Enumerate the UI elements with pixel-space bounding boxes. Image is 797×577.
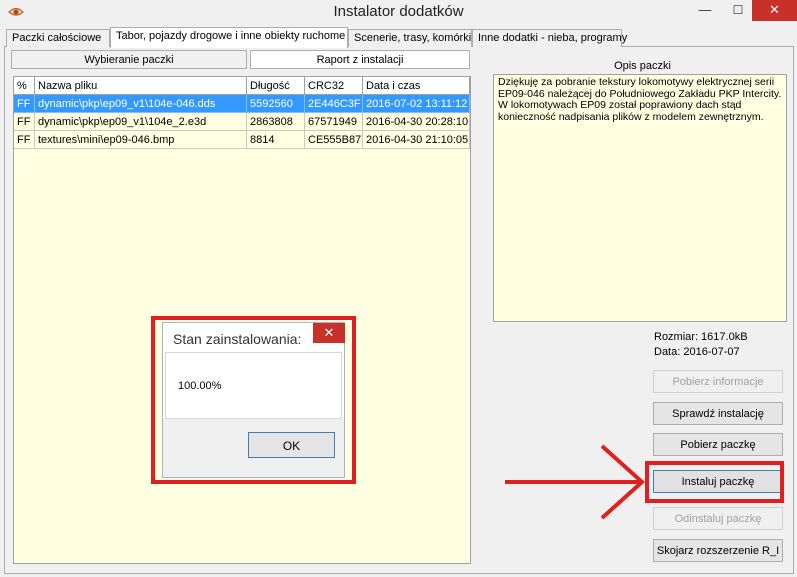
- red-arrow-icon: [505, 444, 645, 520]
- col-header-percent[interactable]: %: [14, 77, 35, 95]
- dialog-close-button[interactable]: ✕: [313, 323, 345, 343]
- cell-crc32: 67571949: [305, 113, 363, 131]
- table-row[interactable]: FF textures\mini\ep09-046.bmp 8814 CE555…: [14, 131, 470, 149]
- cell-filename: textures\mini\ep09-046.bmp: [35, 131, 247, 149]
- cell-datetime: 2016-07-02 13:11:12: [363, 95, 470, 113]
- uninstall-package-button[interactable]: Odinstaluj paczkę: [653, 507, 783, 530]
- col-header-crc32[interactable]: CRC32: [305, 77, 363, 95]
- table-row[interactable]: FF dynamic\pkp\ep09_v1\104e-046.dds 5592…: [14, 95, 470, 113]
- cell-length: 5592560: [247, 95, 305, 113]
- main-tabstrip: Paczki całościowe Tabor, pojazdy drogowe…: [4, 27, 794, 48]
- subtab-raport-z-instalacji[interactable]: Raport z instalacji: [250, 50, 470, 69]
- install-highlight-box: [645, 461, 784, 503]
- package-date: Data: 2016-07-07: [654, 346, 740, 358]
- package-size: Rozmiar: 1617.0kB: [654, 331, 748, 343]
- cell-percent: FF: [14, 131, 35, 149]
- cell-length: 8814: [247, 131, 305, 149]
- cell-filename: dynamic\pkp\ep09_v1\104e-046.dds: [35, 95, 247, 113]
- cell-percent: FF: [14, 95, 35, 113]
- tab-inne-dodatki[interactable]: Inne dodatki - nieba, programy: [472, 29, 627, 47]
- table-row[interactable]: FF dynamic\pkp\ep09_v1\104e_2.e3d 286380…: [14, 113, 470, 131]
- associate-extension-button[interactable]: Skojarz rozszerzenie R_I: [653, 539, 783, 562]
- maximize-button[interactable]: ☐: [725, 0, 751, 21]
- col-header-length[interactable]: Długość: [247, 77, 305, 95]
- title-bar: Instalator dodatków — ☐ ✕: [0, 0, 797, 25]
- col-header-filename[interactable]: Nazwa pliku: [35, 77, 247, 95]
- grid-header: % Nazwa pliku Długość CRC32 Data i czas: [14, 77, 470, 95]
- tab-paczki-calosciowe[interactable]: Paczki całościowe: [6, 29, 110, 47]
- get-info-button[interactable]: Pobierz informacje: [653, 370, 783, 393]
- cell-datetime: 2016-04-30 21:10:05: [363, 131, 470, 149]
- dialog-message: 100.00%: [178, 380, 222, 392]
- tab-tabor[interactable]: Tabor, pojazdy drogowe i inne obiekty ru…: [110, 27, 348, 48]
- cell-percent: FF: [14, 113, 35, 131]
- subtab-wybieranie-paczki[interactable]: Wybieranie paczki: [11, 50, 247, 69]
- col-header-datetime[interactable]: Data i czas: [363, 77, 470, 95]
- minimize-button[interactable]: —: [691, 0, 719, 21]
- cell-crc32: CE555B87: [305, 131, 363, 149]
- window-title: Instalator dodatków: [333, 3, 464, 20]
- cell-crc32: 2E446C3F: [305, 95, 363, 113]
- dialog-ok-button[interactable]: OK: [248, 432, 335, 458]
- tab-scenerie[interactable]: Scenerie, trasy, komórki: [348, 29, 472, 47]
- cell-datetime: 2016-04-30 20:28:10: [363, 113, 470, 131]
- check-install-button[interactable]: Sprawdź instalację: [653, 402, 783, 425]
- description-label: Opis paczki: [614, 60, 671, 72]
- description-text[interactable]: Dziękuję za pobranie tekstury lokomotywy…: [493, 74, 787, 322]
- download-package-button[interactable]: Pobierz paczkę: [653, 433, 783, 456]
- cell-filename: dynamic\pkp\ep09_v1\104e_2.e3d: [35, 113, 247, 131]
- close-button[interactable]: ✕: [752, 0, 797, 21]
- cell-length: 2863808: [247, 113, 305, 131]
- dialog-title: Stan zainstalowania:: [173, 331, 302, 347]
